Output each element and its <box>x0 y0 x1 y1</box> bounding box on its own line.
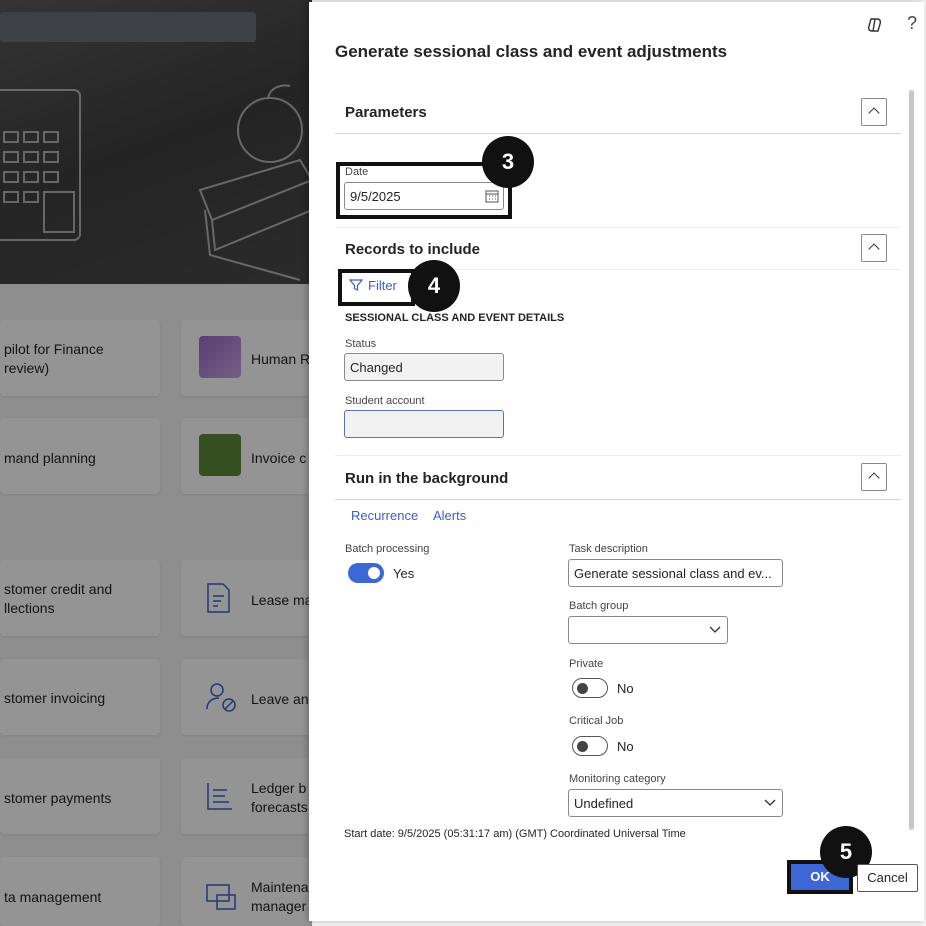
batch-processing-value: Yes <box>393 566 415 581</box>
help-icon[interactable]: ? <box>907 13 917 34</box>
callout-badge-3: 3 <box>482 136 534 188</box>
monitoring-category-dropdown[interactable]: Undefined <box>568 789 783 817</box>
scrollbar[interactable] <box>909 90 914 830</box>
section-divider <box>335 499 901 500</box>
task-description-label: Task description <box>569 543 648 555</box>
critical-job-value: No <box>617 739 634 754</box>
records-section-title: Records to include <box>345 241 481 258</box>
batch-processing-label: Batch processing <box>345 543 430 555</box>
batch-processing-toggle[interactable] <box>348 563 384 583</box>
details-heading: SESSIONAL CLASS AND EVENT DETAILS <box>345 312 565 324</box>
collapse-background-button[interactable] <box>861 463 887 491</box>
student-account-label: Student account <box>345 395 425 407</box>
private-value: No <box>617 681 634 696</box>
dialog-panel: ? Generate sessional class and event adj… <box>309 2 924 921</box>
collapse-parameters-button[interactable] <box>861 98 887 126</box>
chevron-down-icon <box>709 626 721 633</box>
callout-badge-4: 4 <box>408 260 460 312</box>
batch-group-label: Batch group <box>569 600 629 612</box>
monitoring-category-value: Undefined <box>574 796 634 811</box>
monitoring-category-label: Monitoring category <box>569 773 666 785</box>
section-divider <box>335 227 901 228</box>
private-label: Private <box>569 658 604 670</box>
background-section-title: Run in the background <box>345 470 509 487</box>
cancel-button[interactable]: Cancel <box>857 864 918 892</box>
section-divider <box>335 133 901 134</box>
status-field[interactable]: Changed <box>344 353 504 381</box>
critical-job-toggle[interactable] <box>572 736 608 756</box>
collapse-records-button[interactable] <box>861 234 887 262</box>
student-account-field[interactable] <box>344 410 504 438</box>
modal-dim-overlay[interactable] <box>0 0 312 926</box>
critical-job-label: Critical Job <box>569 715 624 727</box>
dialog-title: Generate sessional class and event adjus… <box>335 42 728 61</box>
recurrence-link[interactable]: Recurrence <box>351 508 418 523</box>
task-description-field[interactable]: Generate sessional class and ev... <box>568 559 783 587</box>
private-toggle[interactable] <box>572 678 608 698</box>
status-label: Status <box>345 338 377 350</box>
chevron-down-icon <box>764 799 776 806</box>
copilot-icon[interactable] <box>866 16 884 34</box>
callout-highlight-filter <box>338 269 415 306</box>
start-date-text: Start date: 9/5/2025 (05:31:17 am) (GMT)… <box>344 828 686 840</box>
parameters-section-title: Parameters <box>345 104 427 121</box>
batch-group-dropdown[interactable] <box>568 616 728 644</box>
section-divider <box>335 455 901 456</box>
alerts-link[interactable]: Alerts <box>433 508 466 523</box>
